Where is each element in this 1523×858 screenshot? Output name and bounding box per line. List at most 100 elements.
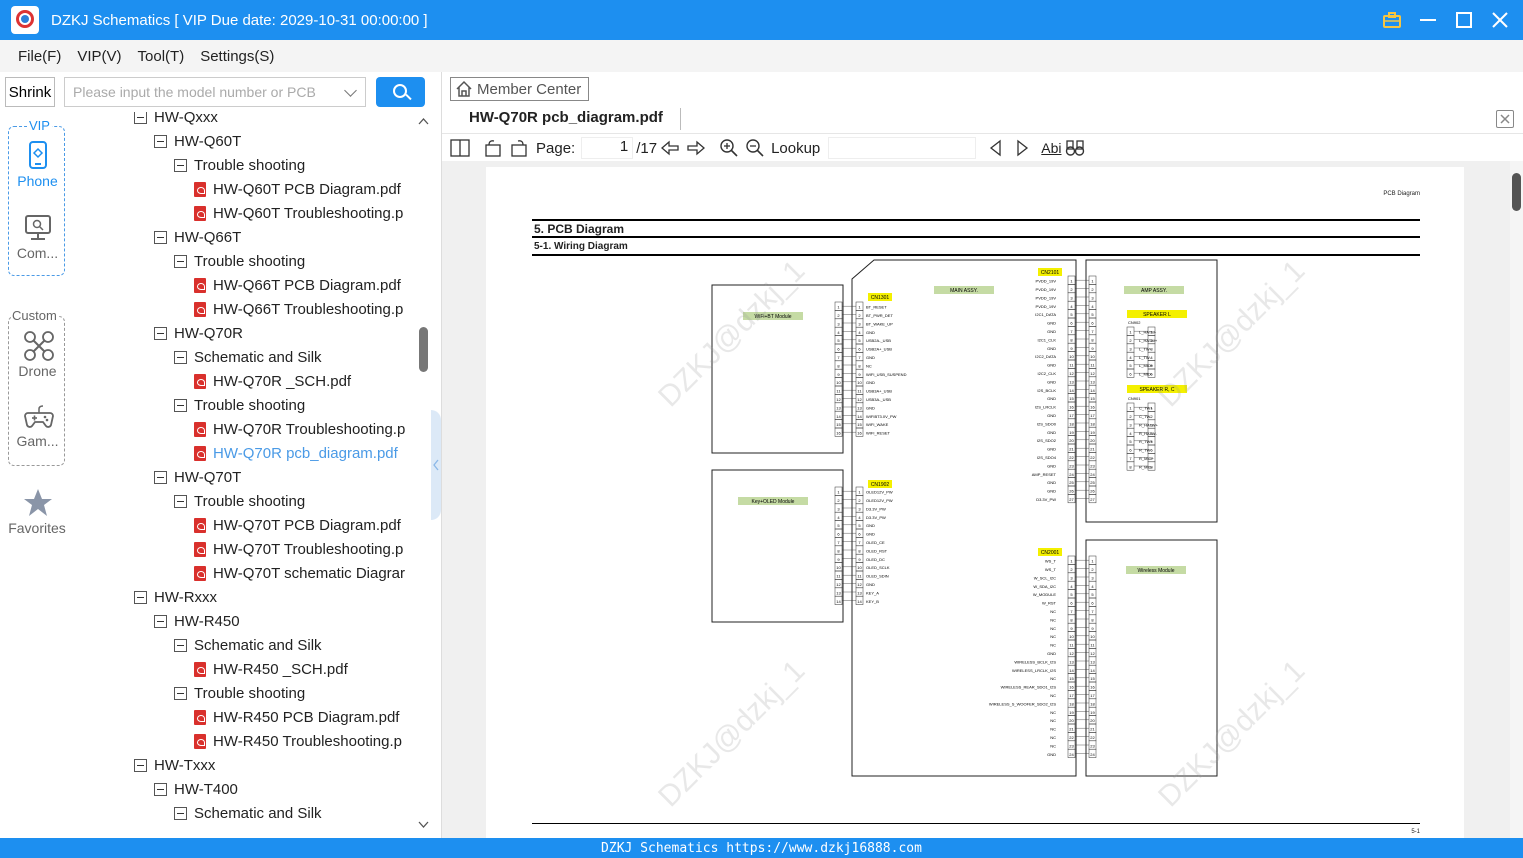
nav-game[interactable]: Gam...: [9, 401, 66, 449]
tree-folder-item[interactable]: HW-Q70T: [154, 465, 241, 489]
search-button[interactable]: [376, 77, 425, 107]
menu-tool[interactable]: Tool(T): [138, 48, 185, 65]
tree-folder-item[interactable]: Schematic and Silk: [174, 633, 322, 657]
pin-label: NC: [1050, 676, 1056, 681]
collapse-icon[interactable]: [154, 134, 167, 148]
pdf-scrollbar[interactable]: [1510, 161, 1523, 838]
shrink-button[interactable]: Shrink: [5, 77, 55, 107]
briefcase-icon[interactable]: [1381, 9, 1403, 31]
collapse-icon[interactable]: [174, 806, 187, 820]
find-next-icon[interactable]: [1012, 138, 1032, 158]
collapse-icon[interactable]: [174, 398, 187, 412]
tree-folder-item[interactable]: Trouble shooting: [174, 489, 305, 513]
tree-folder-item[interactable]: HW-R450: [154, 609, 240, 633]
menu-vip[interactable]: VIP(V): [77, 48, 121, 65]
nav-favorites[interactable]: Favorites: [0, 488, 74, 536]
collapse-icon[interactable]: [174, 686, 187, 700]
pdf-scroll-thumb[interactable]: [1512, 173, 1521, 211]
tree-folder-item[interactable]: Trouble shooting: [174, 249, 305, 273]
collapse-icon[interactable]: [154, 326, 167, 340]
collapse-icon[interactable]: [154, 614, 167, 628]
menu-settings[interactable]: Settings(S): [200, 48, 274, 65]
tree-folder-item[interactable]: HW-Q70R: [154, 321, 243, 345]
collapse-icon[interactable]: [174, 638, 187, 652]
member-center-button[interactable]: Member Center: [450, 77, 589, 101]
tree-folder-item[interactable]: HW-Txxx: [134, 753, 215, 777]
tree-file-item[interactable]: HW-Q66T PCB Diagram.pdf: [194, 273, 401, 297]
tree-folder-item[interactable]: HW-Q60T: [154, 129, 241, 153]
match-case-icon[interactable]: Abi: [1041, 140, 1061, 156]
collapse-icon[interactable]: [134, 590, 147, 604]
pdf-viewport[interactable]: PCB Diagram 5. PCB Diagram 5-1. Wiring D…: [442, 161, 1523, 838]
tree-file-item[interactable]: HW-Q60T PCB Diagram.pdf: [194, 177, 401, 201]
menu-file[interactable]: File(F): [18, 48, 61, 65]
rotate-right-icon[interactable]: [509, 138, 529, 158]
chevron-down-icon[interactable]: [344, 84, 357, 97]
pin-label: WIRELESS_REAR_SDO1_I2S: [1001, 685, 1057, 690]
tree-file-item[interactable]: HW-Q66T Troubleshooting.p: [194, 297, 403, 321]
tab-document[interactable]: HW-Q70R pcb_diagram.pdf: [469, 109, 663, 126]
tree-scroll-thumb[interactable]: [419, 327, 428, 372]
close-button[interactable]: [1489, 9, 1511, 31]
tree-scrollbar[interactable]: [416, 112, 431, 832]
tree-file-item[interactable]: HW-Q70R Troubleshooting.p: [194, 417, 405, 441]
next-page-icon[interactable]: [686, 138, 706, 158]
tree-file-item[interactable]: HW-R450 _SCH.pdf: [194, 657, 348, 681]
nav-phone[interactable]: Phone: [9, 141, 66, 189]
tree-file-item[interactable]: HW-Q70T PCB Diagram.pdf: [194, 513, 401, 537]
nav-computer[interactable]: Com...: [9, 213, 66, 261]
pin-number: 26: [1090, 489, 1095, 494]
collapse-icon[interactable]: [174, 350, 187, 364]
tree-file-item[interactable]: HW-Q70R _SCH.pdf: [194, 369, 351, 393]
pin-label: GND: [866, 523, 875, 528]
collapse-icon[interactable]: [154, 470, 167, 484]
tree-file-item[interactable]: HW-Q70T schematic Diagrar: [194, 561, 405, 585]
rotate-left-icon[interactable]: [483, 138, 503, 158]
nav-drone[interactable]: Drone: [9, 331, 66, 379]
tree-folder-item[interactable]: HW-Q66T: [154, 225, 241, 249]
collapse-icon[interactable]: [154, 230, 167, 244]
tree-folder-item[interactable]: HW-T400: [154, 777, 238, 801]
pin-number: 27: [1090, 497, 1095, 502]
tree-file-item[interactable]: HW-Q60T Troubleshooting.p: [194, 201, 403, 225]
tree-file-item[interactable]: HW-Q70T Troubleshooting.p: [194, 537, 403, 561]
pin-number: 5: [1129, 439, 1132, 444]
tree-folder-item[interactable]: Schematic and Silk: [174, 801, 322, 825]
pin-label: KEY_A: [866, 590, 879, 595]
tree-folder-item[interactable]: HW-Rxxx: [134, 585, 217, 609]
minimize-button[interactable]: [1417, 9, 1439, 31]
search-input[interactable]: Please input the model number or PCB: [64, 77, 366, 107]
tree-folder-item[interactable]: Trouble shooting: [174, 681, 305, 705]
pin-number: 8: [837, 548, 840, 553]
lookup-input[interactable]: [828, 137, 977, 159]
prev-page-icon[interactable]: [660, 138, 680, 158]
tree-file-item[interactable]: HW-R450 PCB Diagram.pdf: [194, 705, 399, 729]
tree-folder-item[interactable]: Trouble shooting: [174, 153, 305, 177]
binoculars-icon[interactable]: [1065, 138, 1085, 158]
tree-folder-item[interactable]: Schematic and Silk: [174, 345, 322, 369]
pin-label: GND: [1047, 346, 1056, 351]
collapse-icon[interactable]: [174, 494, 187, 508]
pin-number: 9: [1070, 626, 1073, 631]
tree-file-item[interactable]: HW-Q70R pcb_diagram.pdf: [194, 441, 398, 465]
pin-label: R_TW-: [1139, 448, 1152, 453]
zoom-out-icon[interactable]: [745, 138, 765, 158]
tree-folder-item[interactable]: HW-Qxxx: [134, 112, 218, 129]
tree-folder-item[interactable]: Trouble shooting: [174, 393, 305, 417]
collapse-panel-handle[interactable]: [431, 410, 441, 520]
two-page-icon[interactable]: [450, 138, 470, 158]
collapse-icon[interactable]: [154, 782, 167, 796]
tree-item-label: HW-Q70R: [174, 324, 243, 342]
tree-file-item[interactable]: HW-R450 Troubleshooting.p: [194, 729, 402, 753]
collapse-icon[interactable]: [134, 112, 147, 124]
pin-number: 22: [1069, 455, 1074, 460]
page-number-input[interactable]: 1: [581, 137, 634, 159]
tree-item-label: HW-Q70R pcb_diagram.pdf: [213, 444, 398, 462]
find-prev-icon[interactable]: [986, 138, 1006, 158]
collapse-icon[interactable]: [134, 758, 147, 772]
close-tab-icon[interactable]: [1496, 110, 1514, 128]
collapse-icon[interactable]: [174, 158, 187, 172]
maximize-button[interactable]: [1453, 9, 1475, 31]
collapse-icon[interactable]: [174, 254, 187, 268]
zoom-in-icon[interactable]: [719, 138, 739, 158]
